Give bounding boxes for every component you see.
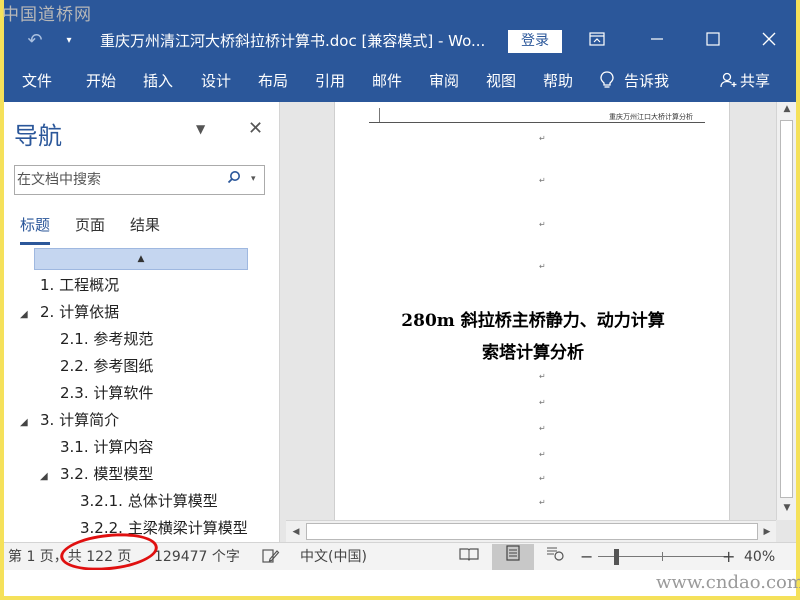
header-rule <box>369 122 705 123</box>
tree-item[interactable]: ◢ 2. 计算依据 <box>20 299 119 326</box>
word-window: ↶ ▾ 重庆万州清江河大桥斜拉桥计算书.doc [兼容模式] - Wo... 登… <box>4 0 796 596</box>
zoom-slider-thumb[interactable] <box>614 549 619 565</box>
nav-tab-results[interactable]: 结果 <box>130 214 160 235</box>
lightbulb-icon <box>600 71 614 88</box>
page-header-text: 重庆万州江口大桥计算分析 <box>609 113 693 121</box>
maximize-icon[interactable] <box>690 22 736 60</box>
navigation-pane: 导航 ▼ ✕ ▾ 标题 页面 结果 ▲ 1. 工程概况 ◢2. 计算依据 2.1… <box>4 102 280 542</box>
nav-close-icon[interactable]: ✕ <box>248 118 263 139</box>
language-indicator[interactable]: 中文(中国) <box>300 543 367 571</box>
tree-item[interactable]: ◢ 3. 计算简介 <box>20 407 119 434</box>
tab-review[interactable]: 审阅 <box>429 60 459 102</box>
search-options-dropdown-icon[interactable]: ▾ <box>251 174 256 184</box>
paragraph-mark: ↵ <box>539 398 546 407</box>
zoom-level[interactable]: 40% <box>744 543 775 571</box>
window-title: 重庆万州清江河大桥斜拉桥计算书.doc [兼容模式] - Wo... <box>100 32 486 50</box>
paragraph-mark: ↵ <box>539 176 546 185</box>
paragraph-mark: ↵ <box>539 498 546 507</box>
tree-item[interactable]: 2.3. 计算软件 <box>40 380 153 407</box>
nav-tab-headings[interactable]: 标题 <box>20 214 51 245</box>
scroll-left-arrow-icon[interactable]: ◀ <box>289 524 303 540</box>
ribbon-tabs: 文件 开始 插入 设计 布局 引用 邮件 审阅 视图 帮助 告诉我 共享 <box>4 60 796 102</box>
tree-item[interactable]: 3.1. 计算内容 <box>40 434 153 461</box>
document-page[interactable]: 重庆万州江口大桥计算分析 ↵ ↵ ↵ ↵ 280m 斜拉桥主桥静力、动力计算 索… <box>334 102 730 520</box>
undo-icon[interactable]: ↶ <box>24 30 46 52</box>
zoom-in-button[interactable]: + <box>722 543 735 571</box>
paragraph-mark: ↵ <box>539 450 546 459</box>
collapse-triangle-icon[interactable]: ◢ <box>20 409 40 436</box>
paragraph-mark: ↵ <box>539 424 546 433</box>
tab-layout[interactable]: 布局 <box>258 60 288 102</box>
tell-me-button[interactable]: 告诉我 <box>600 60 669 102</box>
print-layout-icon[interactable] <box>492 544 534 570</box>
document-area[interactable]: 重庆万州江口大桥计算分析 ↵ ↵ ↵ ↵ 280m 斜拉桥主桥静力、动力计算 索… <box>286 102 774 520</box>
customize-quick-access-icon[interactable]: ▾ <box>62 30 76 52</box>
tree-item[interactable]: 1. 工程概况 <box>20 272 119 299</box>
nav-options-dropdown-icon[interactable]: ▼ <box>196 122 205 136</box>
share-label: 共享 <box>740 72 771 90</box>
paragraph-mark: ↵ <box>539 474 546 483</box>
nav-search-box[interactable]: ▾ <box>14 165 265 195</box>
tree-item[interactable]: 2.1. 参考规范 <box>40 326 153 353</box>
vertical-scroll-thumb[interactable] <box>780 120 793 498</box>
tell-me-label: 告诉我 <box>624 72 670 90</box>
tab-home[interactable]: 开始 <box>86 60 116 102</box>
tab-insert[interactable]: 插入 <box>143 60 173 102</box>
paragraph-mark: ↵ <box>539 134 546 143</box>
tab-help[interactable]: 帮助 <box>543 60 573 102</box>
nav-search-input[interactable] <box>17 169 217 191</box>
paragraph-mark: ↵ <box>539 372 546 381</box>
collapse-triangle-icon[interactable]: ◢ <box>40 463 60 490</box>
vertical-scrollbar[interactable]: ▲ ▼ <box>776 102 796 520</box>
login-button[interactable]: 登录 <box>508 30 562 53</box>
tab-references[interactable]: 引用 <box>315 60 345 102</box>
zoom-out-button[interactable]: − <box>580 543 593 571</box>
tab-file[interactable]: 文件 <box>22 60 52 102</box>
paragraph-mark: ↵ <box>539 262 546 271</box>
title-bar: ↶ ▾ 重庆万州清江河大桥斜拉桥计算书.doc [兼容模式] - Wo... 登… <box>4 22 796 60</box>
collapse-triangle-icon[interactable]: ◢ <box>20 301 40 328</box>
workspace: 导航 ▼ ✕ ▾ 标题 页面 结果 ▲ 1. 工程概况 ◢2. 计算依据 2.1… <box>4 102 796 542</box>
header-margin-mark <box>379 108 380 123</box>
document-title-line1: 280m 斜拉桥主桥静力、动力计算 <box>401 311 665 331</box>
minimize-icon[interactable] <box>634 22 680 60</box>
tree-item[interactable]: 2.2. 参考图纸 <box>40 353 153 380</box>
share-button[interactable]: 共享 <box>720 60 770 102</box>
horizontal-scrollbar[interactable]: ◀ ▶ <box>286 520 776 542</box>
scroll-right-arrow-icon[interactable]: ▶ <box>760 524 774 540</box>
scroll-to-top-button[interactable]: ▲ <box>34 248 248 270</box>
read-mode-icon[interactable] <box>448 544 490 570</box>
scroll-down-arrow-icon[interactable]: ▼ <box>781 503 793 517</box>
tab-mailings[interactable]: 邮件 <box>372 60 402 102</box>
scroll-up-arrow-icon[interactable]: ▲ <box>781 104 793 118</box>
horizontal-scroll-thumb[interactable] <box>306 523 758 540</box>
ribbon-display-options-icon[interactable] <box>574 22 620 60</box>
person-add-icon <box>720 72 737 88</box>
watermark-url-text: www.cndao.com <box>656 572 800 593</box>
watermark-logo-text: 中国道桥网 <box>2 5 92 25</box>
zoom-slider-center-mark <box>662 552 663 561</box>
web-layout-icon[interactable] <box>534 544 576 570</box>
search-icon[interactable] <box>227 170 241 188</box>
document-title-line2: 索塔计算分析 <box>482 343 584 363</box>
proofing-icon[interactable] <box>262 543 280 571</box>
tab-design[interactable]: 设计 <box>201 60 231 102</box>
tree-item[interactable]: ◢ 3.2. 模型模型 <box>40 461 153 488</box>
tab-view[interactable]: 视图 <box>486 60 516 102</box>
nav-tab-pages[interactable]: 页面 <box>75 214 105 235</box>
nav-pane-title: 导航 <box>14 122 62 150</box>
paragraph-mark: ↵ <box>539 220 546 229</box>
close-icon[interactable] <box>746 22 792 60</box>
word-count[interactable]: 129477 个字 <box>154 543 240 571</box>
tree-item[interactable]: 3.2.1. 总体计算模型 <box>60 488 218 515</box>
